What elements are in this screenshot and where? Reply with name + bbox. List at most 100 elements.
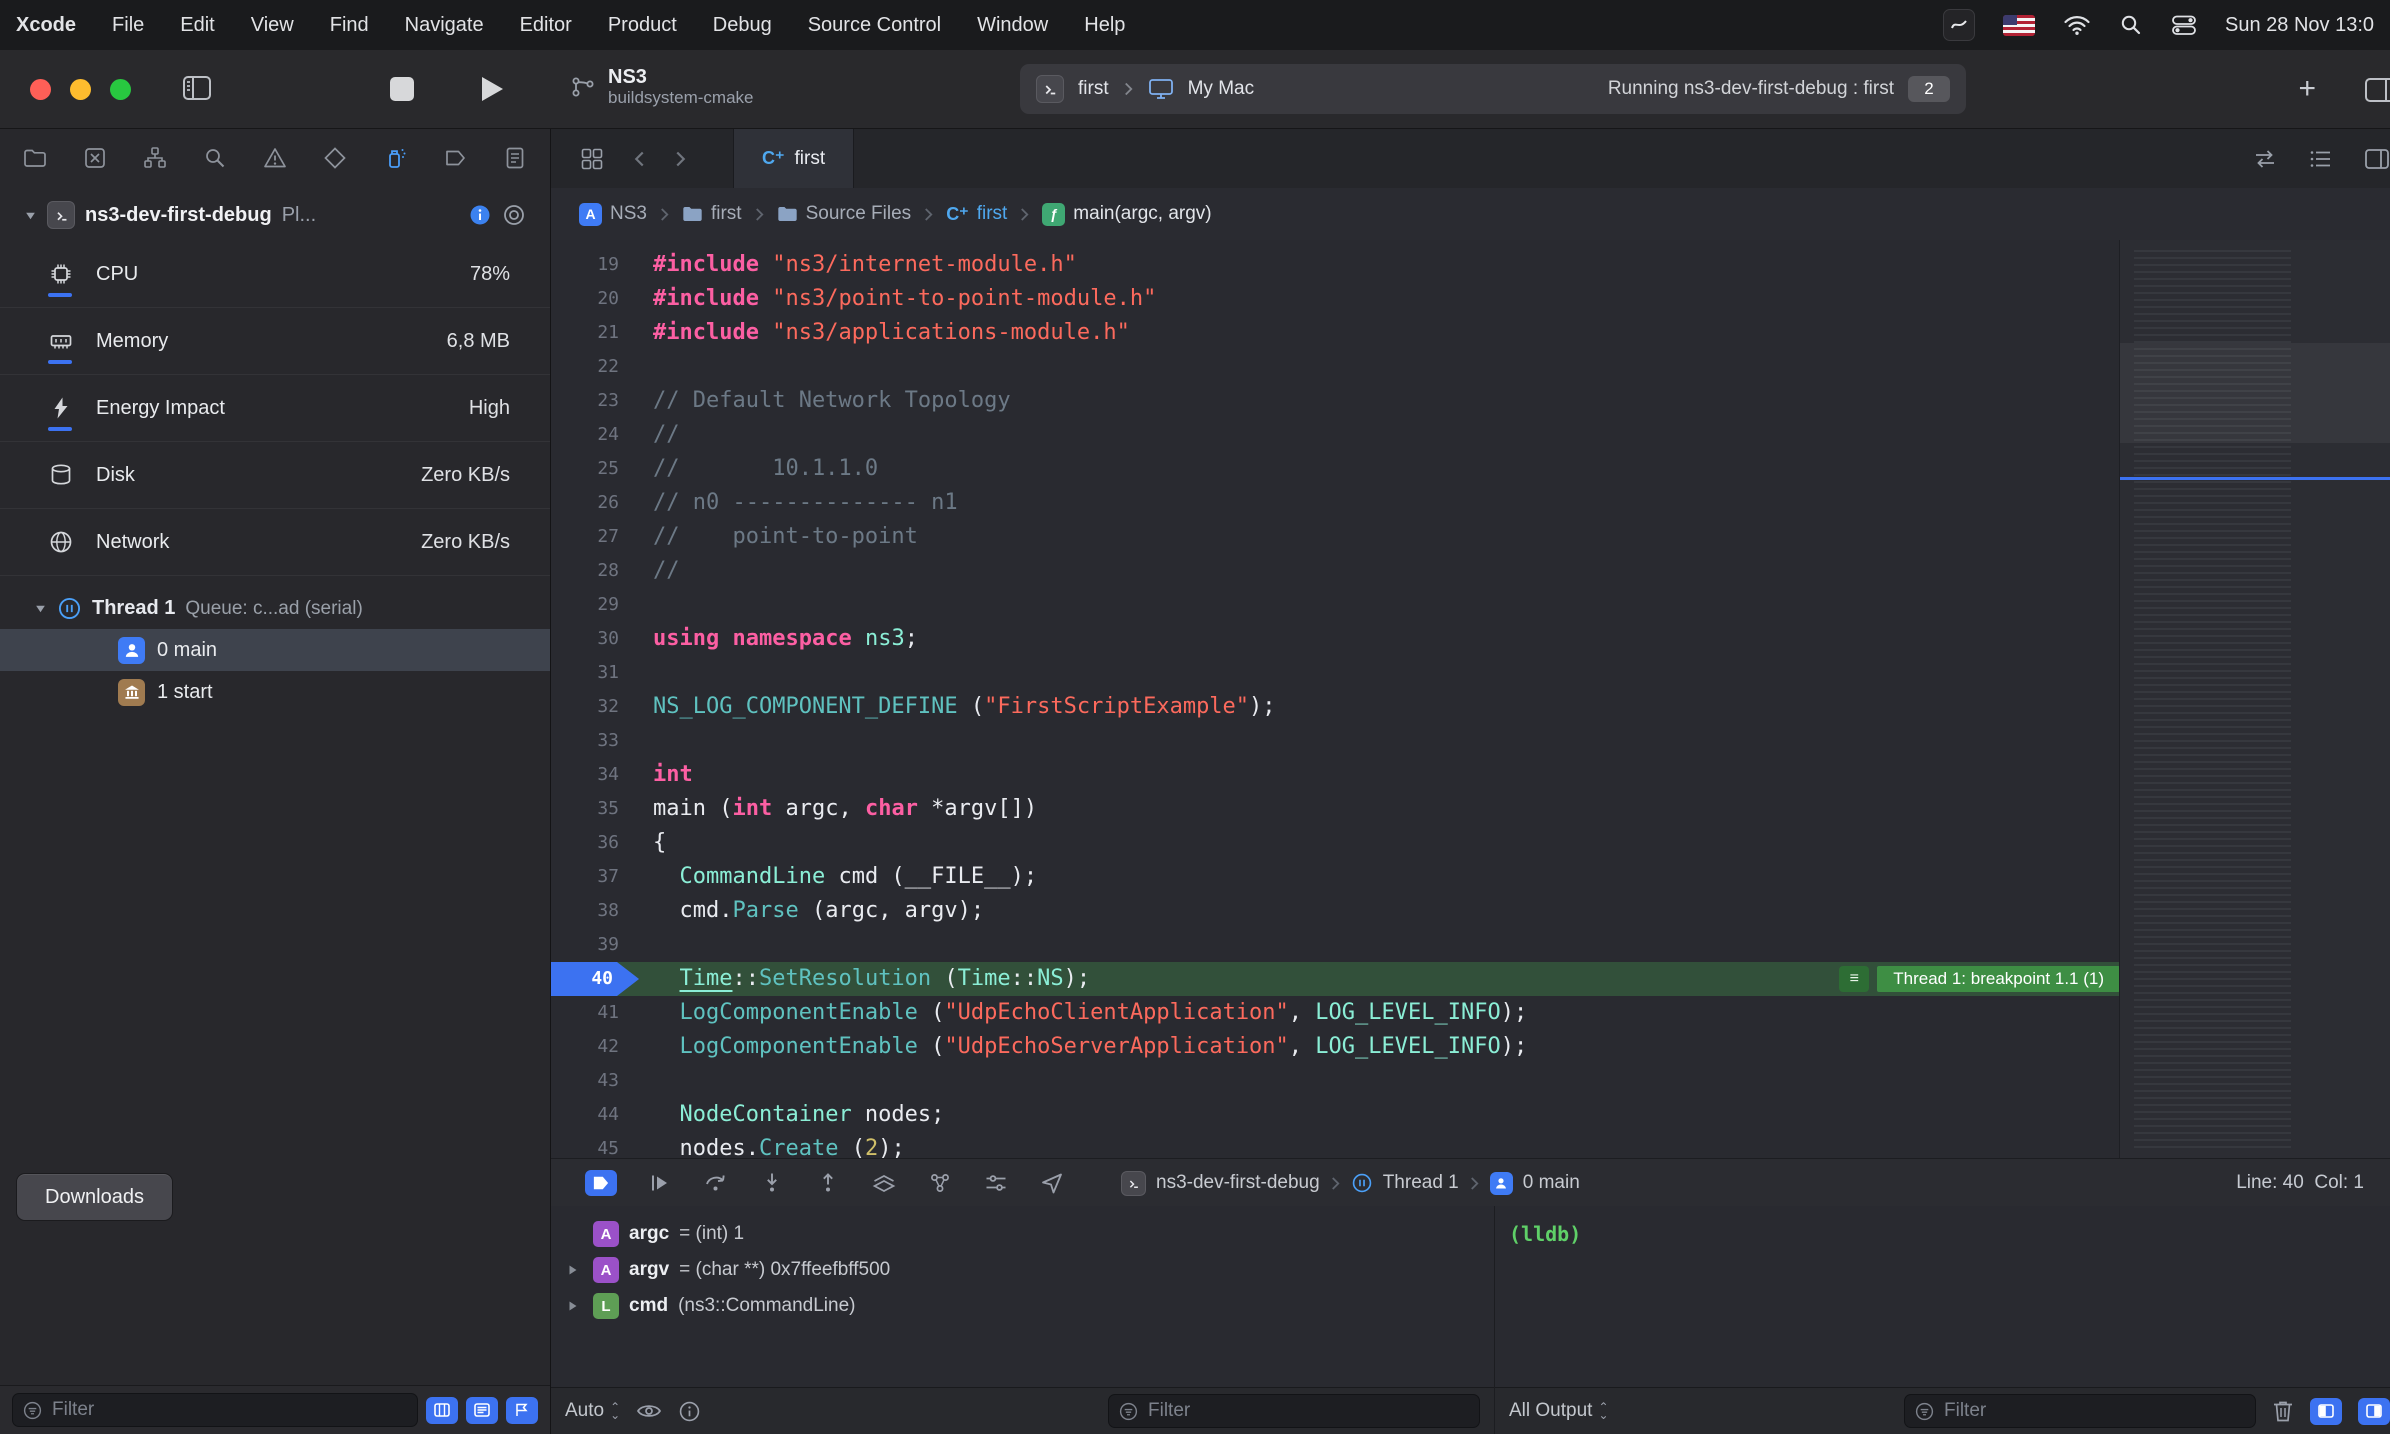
code-text[interactable]: // [653,422,680,447]
breakpoint-line-number[interactable]: 40 [551,962,639,996]
line-number[interactable]: 34 [551,758,639,792]
jumpbar-project[interactable]: A NS3 [579,203,647,226]
code-line-38[interactable]: 38 cmd.Parse (argc, argv); [551,894,2120,928]
run-button[interactable] [478,74,506,104]
disclosure-down-icon[interactable] [24,209,37,222]
line-number[interactable]: 20 [551,282,639,316]
code-text[interactable]: LogComponentEnable ("UdpEchoServerApplic… [653,1034,1527,1059]
menu-file[interactable]: File [112,14,144,37]
minimap-viewport[interactable] [2120,343,2390,443]
toggle-navigator-button[interactable] [182,74,212,102]
continue-button[interactable] [647,1170,673,1196]
code-text[interactable]: Time::SetResolution (Time::NS); [653,966,1090,991]
go-forward-button[interactable] [674,149,687,169]
code-line-20[interactable]: 20 #include "ns3/point-to-point-module.h" [551,282,2120,316]
close-window-button[interactable] [30,79,51,100]
line-number[interactable]: 27 [551,520,639,554]
code-text[interactable]: NS_LOG_COMPONENT_DEFINE ("FirstScriptExa… [653,694,1276,719]
code-line-26[interactable]: 26// n0 -------------- n1 [551,486,2120,520]
zoom-window-button[interactable] [110,79,131,100]
queue-view-toggle-button[interactable] [466,1397,498,1424]
thread-view-toggle-button[interactable] [426,1397,458,1424]
debug-crumb-thread[interactable]: Thread 1 [1383,1172,1459,1194]
menu-xcode[interactable]: Xcode [16,14,76,37]
stop-run-button[interactable] [390,77,414,101]
code-line-33[interactable]: 33 [551,724,2120,758]
clear-console-button[interactable] [2272,1399,2294,1423]
code-line-28[interactable]: 28 // [551,554,2120,588]
code-line-34[interactable]: 34int [551,758,2120,792]
code-text[interactable]: { [653,830,666,855]
variable-row-argc[interactable]: A argc = (int) 1 [551,1216,1494,1252]
line-number[interactable]: 19 [551,248,639,282]
test-navigator-button[interactable] [322,145,348,171]
tab-first[interactable]: C⁺ first [733,129,854,188]
status-app-icon[interactable] [1943,9,1975,41]
step-out-button[interactable] [815,1170,841,1196]
gauge-network[interactable]: Network Zero KB/s [0,509,550,576]
menu-help[interactable]: Help [1084,14,1125,37]
line-number[interactable]: 38 [551,894,639,928]
code-line-42[interactable]: 42 LogComponentEnable ("UdpEchoServerApp… [551,1030,2120,1064]
breakpoint-navigator-button[interactable] [442,145,468,171]
line-number[interactable]: 35 [551,792,639,826]
code-line-30[interactable]: 30using namespace ns3; [551,622,2120,656]
line-number[interactable]: 42 [551,1030,639,1064]
code-text[interactable]: // point-to-point [653,524,918,549]
gauge-cpu[interactable]: CPU 78% [0,241,550,308]
step-over-button[interactable] [703,1170,729,1196]
debug-view-hierarchy-button[interactable] [871,1170,897,1196]
debug-memory-graph-button[interactable] [927,1170,953,1196]
debug-crumb-frame[interactable]: 0 main [1523,1172,1580,1194]
code-text[interactable]: // [653,558,680,583]
code-text[interactable]: cmd.Parse (argc, argv); [653,898,984,923]
code-text[interactable]: #include "ns3/applications-module.h" [653,320,1130,345]
jumpbar-group-source-files[interactable]: Source Files [777,203,912,225]
code-line-31[interactable]: 31 [551,656,2120,690]
code-line-36[interactable]: 36{ [551,826,2120,860]
filter-toggle-button[interactable] [506,1397,538,1424]
code-text[interactable]: // Default Network Topology [653,388,1011,413]
line-number[interactable]: 28 [551,554,639,588]
code-line-35[interactable]: 35main (int argc, char *argv[]) [551,792,2120,826]
code-line-45[interactable]: 45 nodes.Create (2); [551,1132,2120,1158]
jumpbar-group-first[interactable]: first [682,203,742,225]
menu-view[interactable]: View [251,14,294,37]
memory-gauge-button[interactable] [502,203,526,227]
source-control-navigator-button[interactable] [82,145,108,171]
code-line-25[interactable]: 25// 10.1.1.0 [551,452,2120,486]
gauge-energy[interactable]: Energy Impact High [0,375,550,442]
process-row[interactable]: ns3-dev-first-debug Pl... [0,187,550,235]
disclosure-right-icon[interactable] [563,1300,583,1312]
navigator-filter-field[interactable] [12,1393,418,1427]
run-destination[interactable]: My Mac [1188,78,1255,100]
code-line-22[interactable]: 22 [551,350,2120,384]
navigator-filter-input[interactable] [50,1398,407,1422]
active-scheme[interactable]: first [1078,78,1109,100]
downloads-button[interactable]: Downloads [16,1173,173,1221]
code-text[interactable]: nodes.Create (2); [653,1136,905,1158]
line-number[interactable]: 43 [551,1064,639,1098]
code-line-27[interactable]: 27 // point-to-point [551,520,2120,554]
code-text[interactable]: NodeContainer nodes; [653,1102,944,1127]
activity-status-text[interactable]: Running ns3-dev-first-debug : first [1608,78,1894,100]
variables-filter-input[interactable] [1146,1399,1469,1423]
go-back-button[interactable] [633,149,646,169]
console-view[interactable]: (lldb) All Output ⌃⌄ [1495,1206,2390,1434]
jumpbar-symbol-main[interactable]: ƒ main(argc, argv) [1042,203,1211,226]
code-line-32[interactable]: 32NS_LOG_COMPONENT_DEFINE ("FirstScriptE… [551,690,2120,724]
breakpoint-menu-icon[interactable]: ≡ [1839,966,1869,992]
code-text[interactable]: #include "ns3/point-to-point-module.h" [653,286,1156,311]
line-number[interactable]: 29 [551,588,639,622]
line-number[interactable]: 26 [551,486,639,520]
code-line-37[interactable]: 37 CommandLine cmd (__FILE__); [551,860,2120,894]
adjust-editor-options-button[interactable] [2308,146,2334,172]
simulate-location-button[interactable] [1039,1170,1065,1196]
code-text[interactable]: CommandLine cmd (__FILE__); [653,864,1037,889]
find-navigator-button[interactable] [202,145,228,171]
code-line-29[interactable]: 29 [551,588,2120,622]
code-text[interactable]: // 10.1.1.0 [653,456,878,481]
variable-row-cmd[interactable]: L cmd (ns3::CommandLine) [551,1288,1494,1324]
control-center-button[interactable] [2171,13,2197,37]
project-navigator-button[interactable] [22,145,48,171]
